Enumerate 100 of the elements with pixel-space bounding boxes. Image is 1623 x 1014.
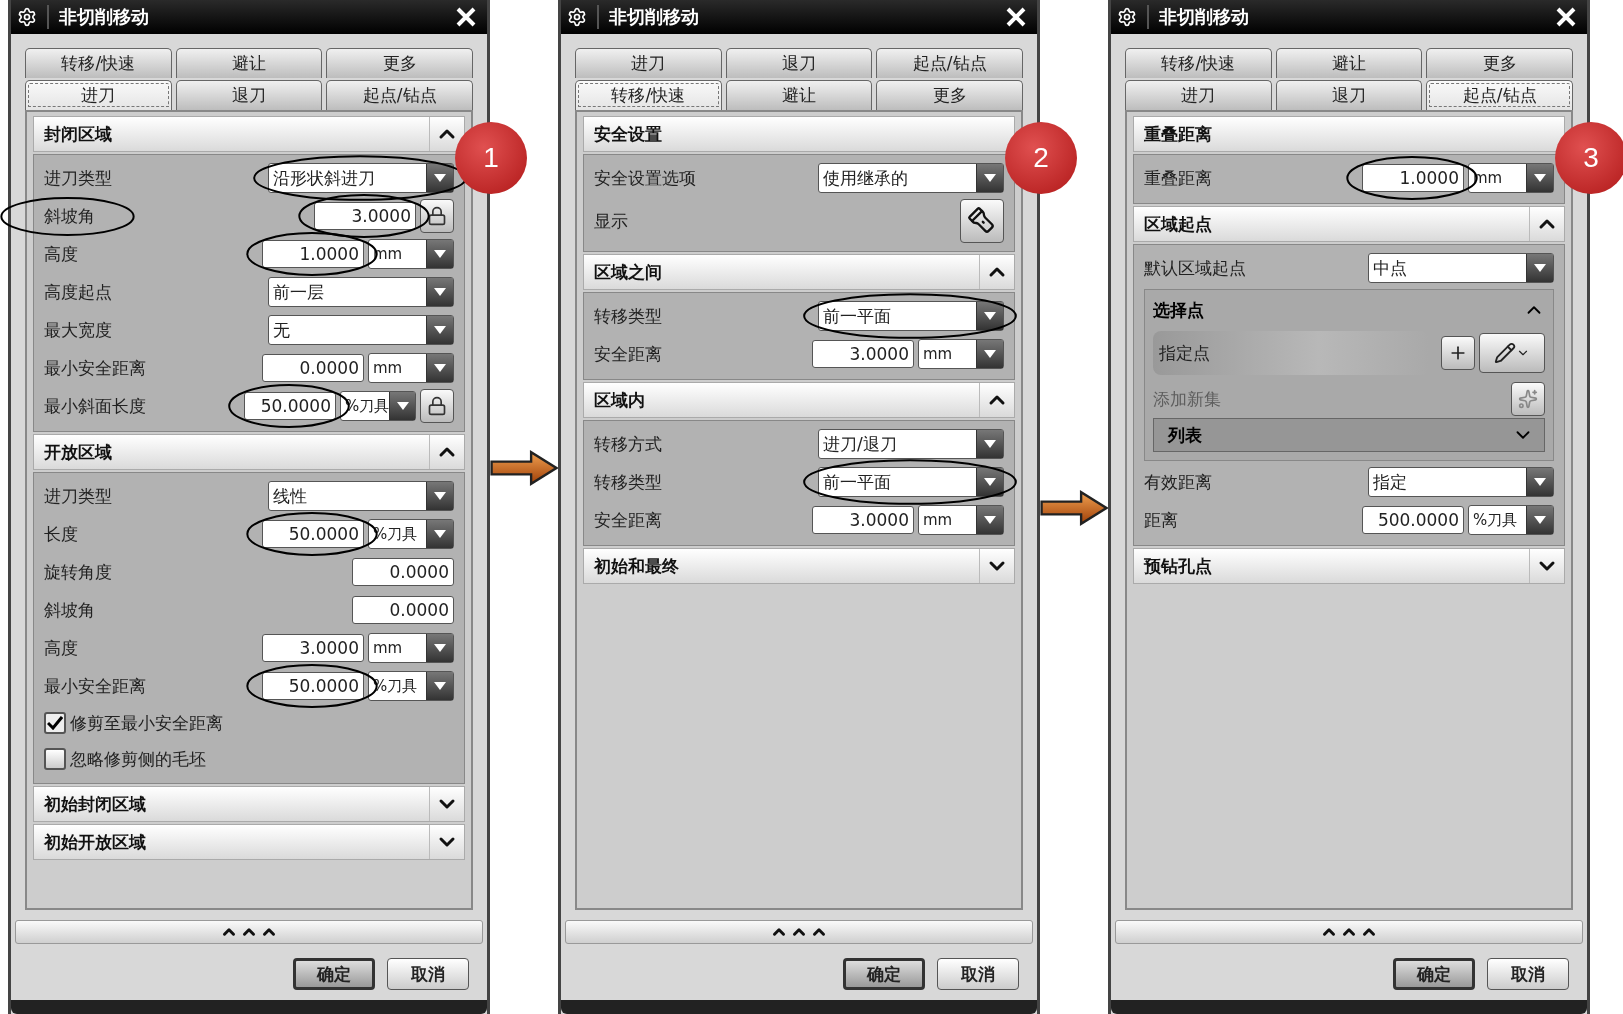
section-header[interactable]: 初始封闭区域: [33, 786, 465, 822]
tab[interactable]: 避让: [175, 48, 323, 78]
section-header[interactable]: 区域内: [583, 382, 1015, 418]
field-label: 转移类型: [594, 470, 662, 494]
number-field[interactable]: 3.0000: [262, 634, 364, 662]
field-label: 有效距离: [1144, 470, 1212, 494]
checkbox-label: 修剪至最小安全距离: [70, 711, 224, 735]
section-header[interactable]: 预钻孔点: [1133, 548, 1565, 584]
field-label: 距离: [1144, 508, 1178, 532]
checkbox[interactable]: [44, 712, 66, 734]
tab[interactable]: 退刀: [175, 80, 323, 110]
dropdown[interactable]: 前一平面: [818, 467, 1004, 497]
point-dialog-button[interactable]: [1441, 336, 1475, 370]
dropdown[interactable]: 前一层: [268, 277, 454, 307]
dropdown[interactable]: 无: [268, 315, 454, 345]
number-field[interactable]: 50.0000: [244, 392, 336, 420]
section-header[interactable]: 封闭区域: [33, 116, 465, 152]
field-label: 转移类型: [594, 304, 662, 328]
number-field[interactable]: 50.0000: [262, 672, 364, 700]
tab[interactable]: 进刀: [1125, 80, 1272, 110]
field-label: 斜坡角: [44, 204, 95, 228]
tab[interactable]: 避让: [725, 80, 873, 110]
dropdown[interactable]: 使用继承的: [818, 163, 1004, 193]
step-badge: 2: [1005, 122, 1077, 194]
display-button[interactable]: [960, 199, 1004, 243]
dropdown[interactable]: 线性: [268, 481, 454, 511]
dialog-button[interactable]: 确定: [843, 958, 925, 990]
settings-icon[interactable]: [1117, 7, 1137, 27]
field-label: 转移方式: [594, 432, 662, 456]
section-header[interactable]: 初始开放区域: [33, 824, 465, 860]
expand-bar[interactable]: [565, 920, 1033, 944]
checkbox[interactable]: [44, 748, 66, 770]
number-field[interactable]: 0.0000: [262, 354, 364, 382]
tab[interactable]: 退刀: [1275, 80, 1423, 110]
lock-icon: [427, 206, 447, 226]
tab[interactable]: 转移/快速: [575, 80, 722, 110]
lock-button[interactable]: [420, 199, 454, 233]
pencil-icon: [1494, 342, 1516, 364]
section-header[interactable]: 区域起点: [1133, 206, 1565, 242]
dialog-button[interactable]: 取消: [937, 958, 1019, 990]
dropdown[interactable]: 指定: [1368, 467, 1554, 497]
dialog-button[interactable]: 确定: [1393, 958, 1475, 990]
number-field[interactable]: 3.0000: [812, 506, 914, 534]
tab[interactable]: 更多: [1426, 48, 1573, 78]
window-title: 非切削移动: [597, 5, 991, 29]
number-field[interactable]: 0.0000: [352, 596, 454, 624]
expand-bar[interactable]: [15, 920, 483, 944]
settings-icon[interactable]: [17, 7, 37, 27]
dropdown[interactable]: 前一平面: [818, 301, 1004, 331]
tab[interactable]: 避让: [1275, 48, 1423, 78]
number-field[interactable]: 0.0000: [352, 558, 454, 586]
dialog-button[interactable]: 取消: [1487, 958, 1569, 990]
tab[interactable]: 起点/钻点: [876, 48, 1023, 78]
section-header[interactable]: 安全设置: [583, 116, 1015, 152]
section-header[interactable]: 开放区域: [33, 434, 465, 470]
tab[interactable]: 起点/钻点: [1426, 80, 1573, 110]
field-label: 安全设置选项: [594, 166, 696, 190]
lock-icon: [427, 396, 447, 416]
dropdown[interactable]: 进刀/退刀: [818, 429, 1004, 459]
tab[interactable]: 进刀: [25, 80, 172, 110]
unit-dropdown[interactable]: mm: [918, 505, 1004, 535]
number-field[interactable]: 3.0000: [314, 202, 416, 230]
tab[interactable]: 退刀: [725, 48, 873, 78]
number-field[interactable]: 50.0000: [262, 520, 364, 548]
field-label: 高度起点: [44, 280, 112, 304]
window-title: 非切削移动: [47, 5, 441, 29]
section-header[interactable]: 区域之间: [583, 254, 1015, 290]
expand-bar[interactable]: [1115, 920, 1583, 944]
dialog-button[interactable]: 确定: [293, 958, 375, 990]
list-header[interactable]: 列表: [1153, 418, 1545, 452]
tab[interactable]: 转移/快速: [25, 48, 172, 78]
tab[interactable]: 进刀: [575, 48, 722, 78]
settings-icon[interactable]: [567, 7, 587, 27]
window-title: 非切削移动: [1147, 5, 1541, 29]
section-header[interactable]: 重叠距离: [1133, 116, 1565, 152]
number-field[interactable]: 1.0000: [262, 240, 364, 268]
number-field[interactable]: 3.0000: [812, 340, 914, 368]
point-type-button[interactable]: [1479, 333, 1545, 373]
unit-dropdown[interactable]: %刀具: [1468, 505, 1554, 535]
lock-button[interactable]: [420, 389, 454, 423]
unit-dropdown[interactable]: mm: [368, 353, 454, 383]
tab[interactable]: 更多: [876, 80, 1023, 110]
tab[interactable]: 起点/钻点: [326, 80, 473, 110]
field-label: 最小安全距离: [44, 674, 146, 698]
step-badge: 3: [1555, 122, 1623, 194]
tab[interactable]: 更多: [326, 48, 473, 78]
dropdown[interactable]: 中点: [1368, 253, 1554, 283]
number-field[interactable]: 500.0000: [1362, 506, 1464, 534]
dialog-button[interactable]: 取消: [387, 958, 469, 990]
subsection-title: 选择点: [1153, 298, 1205, 322]
field-label: 安全距离: [594, 342, 662, 366]
unit-dropdown[interactable]: mm: [918, 339, 1004, 369]
number-field[interactable]: 1.0000: [1362, 164, 1464, 192]
unit-dropdown[interactable]: mm: [368, 633, 454, 663]
step-badge: 1: [455, 122, 527, 194]
tab[interactable]: 转移/快速: [1125, 48, 1272, 78]
dropdown[interactable]: 沿形状斜进刀: [268, 163, 454, 193]
section-header[interactable]: 初始和最终: [583, 548, 1015, 584]
field-label: 进刀类型: [44, 166, 112, 190]
add-set-button[interactable]: [1511, 382, 1545, 416]
